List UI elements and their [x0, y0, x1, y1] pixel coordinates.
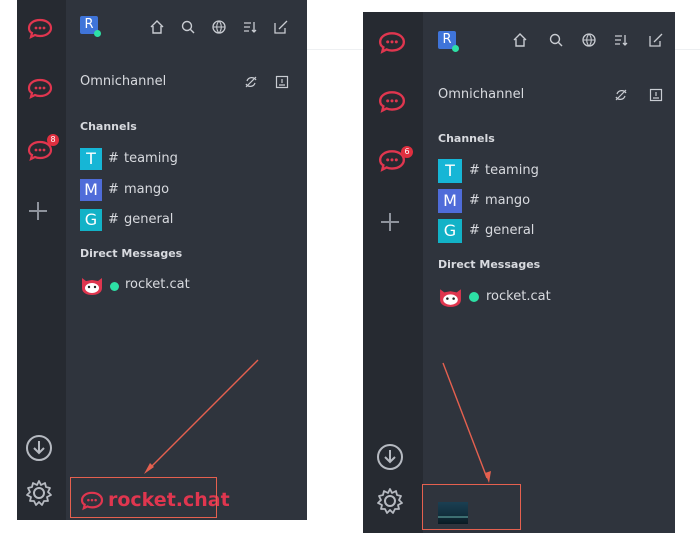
workspace-rail: 6: [363, 12, 423, 533]
user-avatar-initial: R: [442, 32, 452, 47]
channel-avatar: M: [80, 179, 102, 201]
direct-messages-section-header: Direct Messages: [80, 247, 183, 260]
directory-globe-icon[interactable]: [212, 20, 226, 34]
channel-item-teaming[interactable]: T # teaming: [438, 159, 658, 183]
dm-item-rocket-cat[interactable]: rocket.cat: [80, 274, 280, 298]
channel-name: mango: [485, 193, 531, 208]
add-server-icon[interactable]: [28, 201, 48, 221]
unread-badge: 8: [47, 134, 59, 146]
settings-gear-icon[interactable]: [24, 478, 54, 508]
download-icon[interactable]: [25, 434, 53, 462]
rocket-chat-workspace-icon[interactable]: [378, 90, 406, 114]
directory-globe-icon[interactable]: [582, 33, 596, 47]
sort-icon[interactable]: [243, 20, 257, 34]
channel-name: general: [485, 223, 535, 238]
status-online-dot: [452, 45, 459, 52]
rocket-chat-workspace-icon[interactable]: [27, 18, 53, 40]
status-online-dot: [94, 30, 101, 37]
channel-item-general[interactable]: G # general: [80, 209, 280, 233]
download-icon[interactable]: [376, 443, 404, 471]
user-avatar-initial: R: [84, 17, 94, 32]
omnichannel-availability-icon[interactable]: [244, 75, 258, 89]
channel-avatar: T: [438, 159, 462, 183]
channel-item-teaming[interactable]: T # teaming: [80, 148, 280, 172]
omnichannel-label: Omnichannel: [80, 74, 167, 89]
omnichannel-label: Omnichannel: [438, 87, 525, 102]
omnichannel-availability-icon[interactable]: [614, 88, 628, 102]
settings-gear-icon[interactable]: [375, 486, 405, 516]
annotation-highlight-box: [70, 477, 217, 518]
hash-icon: #: [469, 223, 480, 238]
channel-name: teaming: [124, 151, 178, 166]
channel-item-general[interactable]: G # general: [438, 219, 658, 243]
rocket-cat-avatar-icon: [440, 289, 461, 307]
hash-icon: #: [469, 193, 480, 208]
status-online-dot: [469, 292, 479, 302]
add-server-icon[interactable]: [380, 212, 400, 232]
annotation-arrow: [144, 359, 259, 474]
annotation-arrow: [442, 362, 491, 483]
home-icon[interactable]: [150, 20, 164, 34]
search-icon[interactable]: [181, 20, 195, 34]
rocket-chat-workspace-icon[interactable]: [27, 78, 53, 100]
dm-name: rocket.cat: [486, 289, 551, 304]
channels-section-header: Channels: [438, 132, 495, 145]
contact-center-icon[interactable]: [275, 75, 289, 89]
home-icon[interactable]: [513, 33, 527, 47]
dm-item-rocket-cat[interactable]: rocket.cat: [438, 285, 658, 309]
channel-item-mango[interactable]: M # mango: [438, 189, 658, 213]
hash-icon: #: [108, 151, 119, 166]
channel-item-mango[interactable]: M # mango: [80, 179, 280, 203]
channel-avatar: G: [80, 209, 102, 231]
channel-name: mango: [124, 182, 170, 197]
channel-avatar: M: [438, 189, 462, 213]
direct-messages-section-header: Direct Messages: [438, 258, 541, 271]
contact-center-icon[interactable]: [649, 88, 663, 102]
channel-name: teaming: [485, 163, 539, 178]
create-new-icon[interactable]: [649, 33, 663, 47]
hash-icon: #: [108, 182, 119, 197]
channel-name: general: [124, 212, 174, 227]
hash-icon: #: [469, 163, 480, 178]
channel-avatar: T: [80, 148, 102, 170]
sort-icon[interactable]: [614, 33, 628, 47]
annotation-highlight-box: [422, 484, 521, 530]
hash-icon: #: [108, 212, 119, 227]
right-screenshot-panel: 6 R Omnichannel Channels T # teaming M #…: [363, 12, 675, 533]
create-new-icon[interactable]: [274, 20, 288, 34]
channels-section-header: Channels: [80, 120, 137, 133]
status-online-dot: [110, 282, 119, 291]
search-icon[interactable]: [549, 33, 563, 47]
workspace-rail: 8: [17, 0, 66, 520]
rocket-chat-workspace-icon[interactable]: [378, 31, 406, 55]
dm-name: rocket.cat: [125, 277, 190, 292]
rocket-cat-avatar-icon: [82, 278, 102, 295]
channel-avatar: G: [438, 219, 462, 243]
unread-badge: 6: [401, 146, 413, 158]
